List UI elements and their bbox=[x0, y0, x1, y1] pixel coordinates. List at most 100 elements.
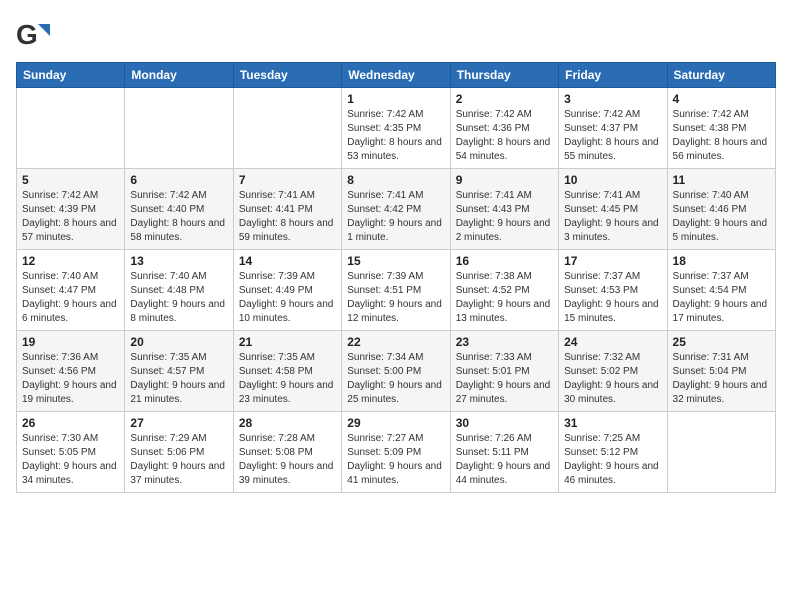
day-number: 10 bbox=[564, 173, 661, 187]
day-info: Sunrise: 7:25 AM Sunset: 5:12 PM Dayligh… bbox=[564, 432, 661, 488]
calendar-cell bbox=[17, 88, 125, 169]
day-info: Sunrise: 7:41 AM Sunset: 4:41 PM Dayligh… bbox=[239, 189, 336, 245]
day-info: Sunrise: 7:42 AM Sunset: 4:40 PM Dayligh… bbox=[130, 189, 227, 245]
day-number: 23 bbox=[456, 335, 553, 349]
day-info: Sunrise: 7:30 AM Sunset: 5:05 PM Dayligh… bbox=[22, 432, 119, 488]
calendar-cell: 12 Sunrise: 7:40 AM Sunset: 4:47 PM Dayli… bbox=[17, 250, 125, 331]
calendar-cell: 15Sunrise: 7:39 AM Sunset: 4:51 PM Dayli… bbox=[342, 250, 450, 331]
calendar-cell: 17Sunrise: 7:37 AM Sunset: 4:53 PM Dayli… bbox=[559, 250, 667, 331]
day-info: Sunrise: 7:41 AM Sunset: 4:45 PM Dayligh… bbox=[564, 189, 661, 245]
day-number: 11 bbox=[673, 173, 770, 187]
calendar-cell: 26 Sunrise: 7:30 AM Sunset: 5:05 PM Dayli… bbox=[17, 412, 125, 493]
calendar-cell: 20 Sunrise: 7:35 AM Sunset: 4:57 PM Dayli… bbox=[125, 331, 233, 412]
day-info: Sunrise: 7:37 AM Sunset: 4:54 PM Dayligh… bbox=[673, 270, 770, 326]
day-info: Sunrise: 7:42 AM Sunset: 4:37 PM Dayligh… bbox=[564, 108, 661, 164]
calendar-week-row: 1 Sunrise: 7:42 AM Sunset: 4:35 PM Daylig… bbox=[17, 88, 776, 169]
calendar-cell: 27 Sunrise: 7:29 AM Sunset: 5:06 PM Dayli… bbox=[125, 412, 233, 493]
day-number: 7 bbox=[239, 173, 336, 187]
day-info: Sunrise: 7:42 AM Sunset: 4:36 PM Dayligh… bbox=[456, 108, 553, 164]
calendar-cell: 11 Sunrise: 7:40 AM Sunset: 4:46 PM Dayli… bbox=[667, 169, 775, 250]
calendar-cell: 4Sunrise: 7:42 AM Sunset: 4:38 PM Daylig… bbox=[667, 88, 775, 169]
svg-text:G: G bbox=[16, 19, 38, 50]
calendar-cell: 9 Sunrise: 7:41 AM Sunset: 4:43 PM Daylig… bbox=[450, 169, 558, 250]
weekday-header-thursday: Thursday bbox=[450, 63, 558, 88]
calendar-week-row: 12 Sunrise: 7:40 AM Sunset: 4:47 PM Dayli… bbox=[17, 250, 776, 331]
day-info: Sunrise: 7:35 AM Sunset: 4:58 PM Dayligh… bbox=[239, 351, 336, 407]
day-number: 21 bbox=[239, 335, 336, 349]
day-number: 6 bbox=[130, 173, 227, 187]
day-number: 16 bbox=[456, 254, 553, 268]
day-info: Sunrise: 7:31 AM Sunset: 5:04 PM Dayligh… bbox=[673, 351, 770, 407]
day-info: Sunrise: 7:32 AM Sunset: 5:02 PM Dayligh… bbox=[564, 351, 661, 407]
day-number: 12 bbox=[22, 254, 119, 268]
calendar-cell: 19 Sunrise: 7:36 AM Sunset: 4:56 PM Dayli… bbox=[17, 331, 125, 412]
calendar-cell: 25 Sunrise: 7:31 AM Sunset: 5:04 PM Dayli… bbox=[667, 331, 775, 412]
day-info: Sunrise: 7:41 AM Sunset: 4:43 PM Dayligh… bbox=[456, 189, 553, 245]
day-number: 13 bbox=[130, 254, 227, 268]
day-number: 14 bbox=[239, 254, 336, 268]
day-info: Sunrise: 7:40 AM Sunset: 4:47 PM Dayligh… bbox=[22, 270, 119, 326]
day-info: Sunrise: 7:37 AM Sunset: 4:53 PM Dayligh… bbox=[564, 270, 661, 326]
calendar-cell: 10 Sunrise: 7:41 AM Sunset: 4:45 PM Dayli… bbox=[559, 169, 667, 250]
calendar-cell: 1 Sunrise: 7:42 AM Sunset: 4:35 PM Daylig… bbox=[342, 88, 450, 169]
day-number: 27 bbox=[130, 416, 227, 430]
day-number: 26 bbox=[22, 416, 119, 430]
day-info: Sunrise: 7:38 AM Sunset: 4:52 PM Dayligh… bbox=[456, 270, 553, 326]
calendar-week-row: 19 Sunrise: 7:36 AM Sunset: 4:56 PM Dayli… bbox=[17, 331, 776, 412]
day-info: Sunrise: 7:27 AM Sunset: 5:09 PM Dayligh… bbox=[347, 432, 444, 488]
header: G bbox=[16, 16, 776, 52]
day-info: Sunrise: 7:33 AM Sunset: 5:01 PM Dayligh… bbox=[456, 351, 553, 407]
day-number: 18 bbox=[673, 254, 770, 268]
calendar-cell: 6 Sunrise: 7:42 AM Sunset: 4:40 PM Daylig… bbox=[125, 169, 233, 250]
calendar-cell: 30Sunrise: 7:26 AM Sunset: 5:11 PM Dayli… bbox=[450, 412, 558, 493]
calendar-cell: 7 Sunrise: 7:41 AM Sunset: 4:41 PM Daylig… bbox=[233, 169, 341, 250]
calendar-cell bbox=[125, 88, 233, 169]
day-number: 20 bbox=[130, 335, 227, 349]
day-number: 9 bbox=[456, 173, 553, 187]
logo: G bbox=[16, 16, 56, 52]
calendar-week-row: 5Sunrise: 7:42 AM Sunset: 4:39 PM Daylig… bbox=[17, 169, 776, 250]
calendar-cell: 29 Sunrise: 7:27 AM Sunset: 5:09 PM Dayli… bbox=[342, 412, 450, 493]
day-number: 28 bbox=[239, 416, 336, 430]
day-number: 2 bbox=[456, 92, 553, 106]
day-info: Sunrise: 7:28 AM Sunset: 5:08 PM Dayligh… bbox=[239, 432, 336, 488]
day-number: 29 bbox=[347, 416, 444, 430]
logo-icon: G bbox=[16, 16, 52, 52]
calendar-cell: 31Sunrise: 7:25 AM Sunset: 5:12 PM Dayli… bbox=[559, 412, 667, 493]
calendar-cell bbox=[667, 412, 775, 493]
calendar-cell bbox=[233, 88, 341, 169]
weekday-header-wednesday: Wednesday bbox=[342, 63, 450, 88]
weekday-header-tuesday: Tuesday bbox=[233, 63, 341, 88]
day-info: Sunrise: 7:36 AM Sunset: 4:56 PM Dayligh… bbox=[22, 351, 119, 407]
calendar-cell: 5Sunrise: 7:42 AM Sunset: 4:39 PM Daylig… bbox=[17, 169, 125, 250]
day-info: Sunrise: 7:39 AM Sunset: 4:49 PM Dayligh… bbox=[239, 270, 336, 326]
page: G SundayMondayTuesdayWednesdayThursdayFr… bbox=[0, 0, 792, 505]
day-info: Sunrise: 7:34 AM Sunset: 5:00 PM Dayligh… bbox=[347, 351, 444, 407]
day-info: Sunrise: 7:42 AM Sunset: 4:35 PM Dayligh… bbox=[347, 108, 444, 164]
day-info: Sunrise: 7:35 AM Sunset: 4:57 PM Dayligh… bbox=[130, 351, 227, 407]
day-info: Sunrise: 7:39 AM Sunset: 4:51 PM Dayligh… bbox=[347, 270, 444, 326]
day-number: 30 bbox=[456, 416, 553, 430]
day-info: Sunrise: 7:29 AM Sunset: 5:06 PM Dayligh… bbox=[130, 432, 227, 488]
day-number: 19 bbox=[22, 335, 119, 349]
calendar-cell: 22 Sunrise: 7:34 AM Sunset: 5:00 PM Dayli… bbox=[342, 331, 450, 412]
day-number: 1 bbox=[347, 92, 444, 106]
weekday-header-monday: Monday bbox=[125, 63, 233, 88]
day-info: Sunrise: 7:40 AM Sunset: 4:46 PM Dayligh… bbox=[673, 189, 770, 245]
weekday-header-row: SundayMondayTuesdayWednesdayThursdayFrid… bbox=[17, 63, 776, 88]
weekday-header-friday: Friday bbox=[559, 63, 667, 88]
day-number: 3 bbox=[564, 92, 661, 106]
calendar-cell: 23 Sunrise: 7:33 AM Sunset: 5:01 PM Dayli… bbox=[450, 331, 558, 412]
weekday-header-saturday: Saturday bbox=[667, 63, 775, 88]
calendar-cell: 14 Sunrise: 7:39 AM Sunset: 4:49 PM Dayli… bbox=[233, 250, 341, 331]
calendar-cell: 28 Sunrise: 7:28 AM Sunset: 5:08 PM Dayli… bbox=[233, 412, 341, 493]
day-number: 25 bbox=[673, 335, 770, 349]
day-number: 8 bbox=[347, 173, 444, 187]
day-number: 22 bbox=[347, 335, 444, 349]
calendar-cell: 13Sunrise: 7:40 AM Sunset: 4:48 PM Dayli… bbox=[125, 250, 233, 331]
calendar-cell: 3 Sunrise: 7:42 AM Sunset: 4:37 PM Daylig… bbox=[559, 88, 667, 169]
day-info: Sunrise: 7:42 AM Sunset: 4:39 PM Dayligh… bbox=[22, 189, 119, 245]
weekday-header-sunday: Sunday bbox=[17, 63, 125, 88]
day-info: Sunrise: 7:42 AM Sunset: 4:38 PM Dayligh… bbox=[673, 108, 770, 164]
calendar-week-row: 26 Sunrise: 7:30 AM Sunset: 5:05 PM Dayli… bbox=[17, 412, 776, 493]
